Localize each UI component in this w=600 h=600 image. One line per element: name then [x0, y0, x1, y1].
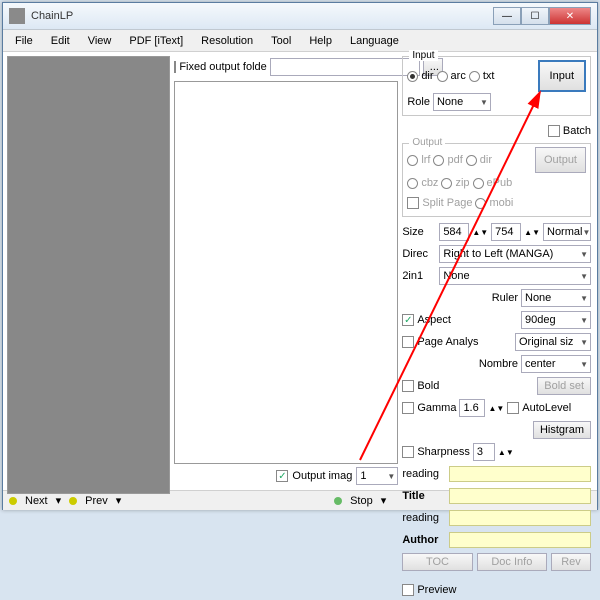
prev-link[interactable]: Prev [85, 495, 108, 507]
zip-radio [441, 178, 452, 189]
batch-checkbox[interactable] [548, 125, 560, 137]
reading2-field[interactable] [449, 510, 591, 526]
role-select[interactable]: None▼ [433, 93, 491, 111]
sharpness-input[interactable] [473, 443, 495, 461]
titlebar: ChainLP — ☐ ✕ [3, 3, 597, 30]
direc-select[interactable]: Right to Left (MANGA)▼ [439, 245, 591, 263]
fixed-output-checkbox[interactable] [174, 61, 176, 73]
histgram-button[interactable]: Histgram [533, 421, 591, 439]
menu-file[interactable]: File [7, 32, 41, 50]
lrf-radio [407, 155, 418, 166]
size-w-input[interactable] [439, 223, 469, 241]
input-group: Input dir arc txt Input Role None▼ [402, 56, 591, 116]
next-dot-icon [9, 497, 17, 505]
mid-panel: Fixed output folde ... Output imag 1▼ [172, 52, 400, 490]
rev-button: Rev [551, 553, 591, 571]
bold-checkbox[interactable] [402, 380, 414, 392]
gamma-checkbox[interactable] [402, 402, 414, 414]
aspect-checkbox[interactable] [402, 314, 414, 326]
menu-edit[interactable]: Edit [43, 32, 78, 50]
nombre-select[interactable]: center▼ [521, 355, 591, 373]
reading1-field[interactable] [449, 466, 591, 482]
menubar: File Edit View PDF [iText] Resolution To… [3, 30, 597, 52]
prev-dot-icon [69, 497, 77, 505]
sharpness-checkbox[interactable] [402, 446, 414, 458]
aspect-select[interactable]: 90deg▼ [521, 311, 591, 329]
output-imag-select[interactable]: 1▼ [356, 467, 398, 485]
menu-language[interactable]: Language [342, 32, 407, 50]
file-list[interactable] [174, 81, 398, 464]
right-panel: Input dir arc txt Input Role None▼ Batch [400, 52, 597, 490]
minimize-button[interactable]: — [493, 7, 521, 25]
preview-panel [7, 56, 170, 494]
maximize-button[interactable]: ☐ [521, 7, 549, 25]
cbz-radio [407, 178, 418, 189]
preview-checkbox[interactable] [402, 584, 414, 596]
menu-pdf[interactable]: PDF [iText] [121, 32, 191, 50]
menu-help[interactable]: Help [301, 32, 340, 50]
size-h-input[interactable] [491, 223, 521, 241]
arc-radio[interactable] [437, 71, 448, 82]
app-icon [9, 8, 25, 24]
ruler-select[interactable]: None▼ [521, 289, 591, 307]
2in1-select[interactable]: None▼ [439, 267, 591, 285]
app-window: ChainLP — ☐ ✕ File Edit View PDF [iText]… [2, 2, 598, 510]
docinfo-button: Doc Info [477, 553, 547, 571]
close-button[interactable]: ✕ [549, 7, 591, 25]
autolevel-checkbox[interactable] [507, 402, 519, 414]
fixed-output-label: Fixed output folde [179, 61, 266, 73]
window-title: ChainLP [31, 10, 493, 22]
mobi-radio [475, 198, 486, 209]
gamma-input[interactable] [459, 399, 485, 417]
size-mode-select[interactable]: Normal▼ [543, 223, 591, 241]
menu-resolution[interactable]: Resolution [193, 32, 261, 50]
output-imag-checkbox[interactable] [276, 470, 288, 482]
output-imag-label: Output imag [292, 470, 352, 482]
dir2-radio [466, 155, 477, 166]
input-button[interactable]: Input [538, 60, 586, 92]
stop-dot-icon [334, 497, 342, 505]
author-field[interactable] [449, 532, 591, 548]
stop-link[interactable]: Stop [350, 495, 373, 507]
menu-view[interactable]: View [80, 32, 120, 50]
client-area: Fixed output folde ... Output imag 1▼ In… [3, 52, 597, 490]
pageanalys-select[interactable]: Original siz▼ [515, 333, 591, 351]
menu-tool[interactable]: Tool [263, 32, 299, 50]
output-group: Output lrf pdf dir Output cbz zip ePub S… [402, 143, 591, 217]
toc-button: TOC [402, 553, 472, 571]
pageanalys-checkbox[interactable] [402, 336, 414, 348]
title-field[interactable] [449, 488, 591, 504]
dir-radio[interactable] [407, 71, 418, 82]
split-checkbox [407, 197, 419, 209]
output-button: Output [535, 147, 586, 173]
txt-radio[interactable] [469, 71, 480, 82]
pdf-radio [433, 155, 444, 166]
boldset-button: Bold set [537, 377, 591, 395]
fixed-output-input[interactable] [270, 58, 420, 76]
epub-radio [473, 178, 484, 189]
next-link[interactable]: Next [25, 495, 48, 507]
